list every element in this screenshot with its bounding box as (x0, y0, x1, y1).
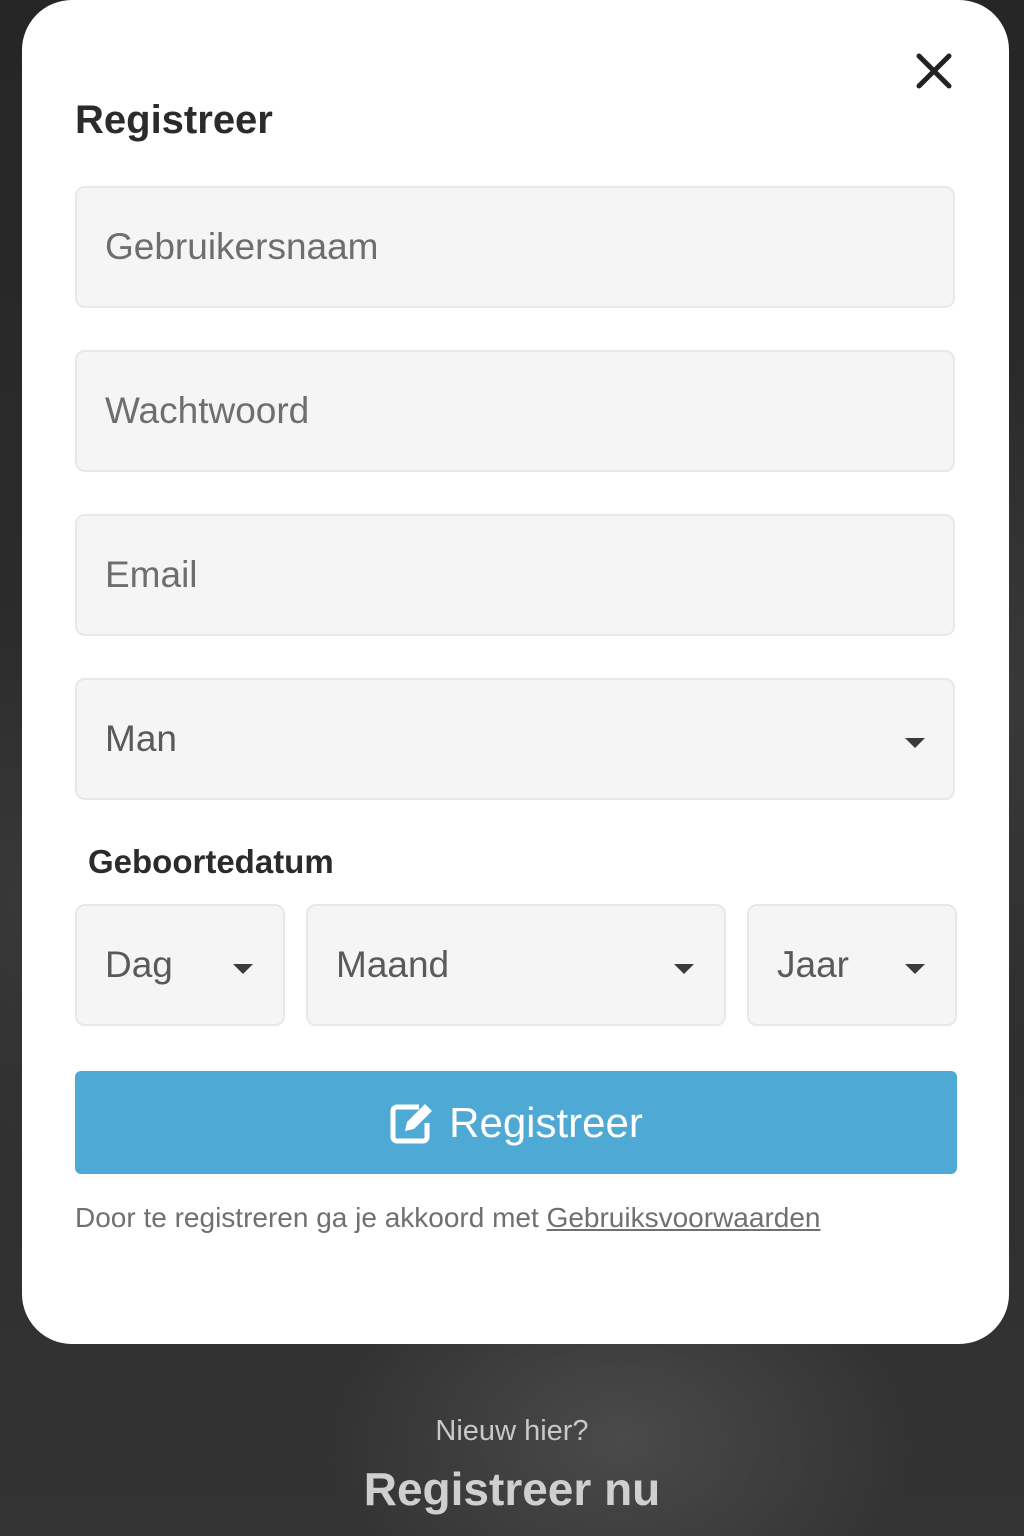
terms-text: Door te registreren ga je akkoord met (75, 1202, 547, 1233)
new-here-prompt: Nieuw hier? (435, 1415, 589, 1447)
register-submit-button[interactable]: Registreer (75, 1071, 957, 1174)
register-modal: Registreer Man Geboortedatum Dag Maand J… (22, 0, 1009, 1344)
month-select[interactable]: Maand (306, 904, 726, 1026)
month-select-value: Maand (336, 944, 450, 985)
year-select-value: Jaar (777, 944, 849, 985)
username-field-wrapper (75, 186, 955, 308)
password-field-wrapper (75, 350, 955, 472)
close-button[interactable] (913, 46, 957, 94)
birthdate-label: Geboortedatum (88, 843, 334, 880)
username-input[interactable] (77, 188, 953, 306)
year-select[interactable]: Jaar (747, 904, 957, 1026)
day-select-value: Dag (105, 944, 173, 985)
modal-title: Registreer (75, 98, 273, 142)
day-select[interactable]: Dag (75, 904, 285, 1026)
email-input[interactable] (77, 516, 953, 634)
register-submit-label: Registreer (449, 1098, 643, 1146)
close-icon (916, 53, 952, 89)
caret-down-icon (674, 964, 694, 974)
terms-link[interactable]: Gebruiksvoorwaarden (547, 1202, 821, 1233)
gender-select[interactable]: Man (75, 678, 955, 800)
email-field-wrapper (75, 514, 955, 636)
caret-down-icon (233, 964, 253, 974)
edit-icon (390, 1103, 433, 1143)
gender-select-value: Man (105, 718, 177, 759)
caret-down-icon (905, 738, 925, 748)
register-now-link[interactable]: Registreer nu (0, 1462, 1024, 1516)
terms-notice: Door te registreren ga je akkoord met Ge… (75, 1200, 820, 1236)
password-input[interactable] (77, 352, 953, 470)
caret-down-icon (905, 964, 925, 974)
